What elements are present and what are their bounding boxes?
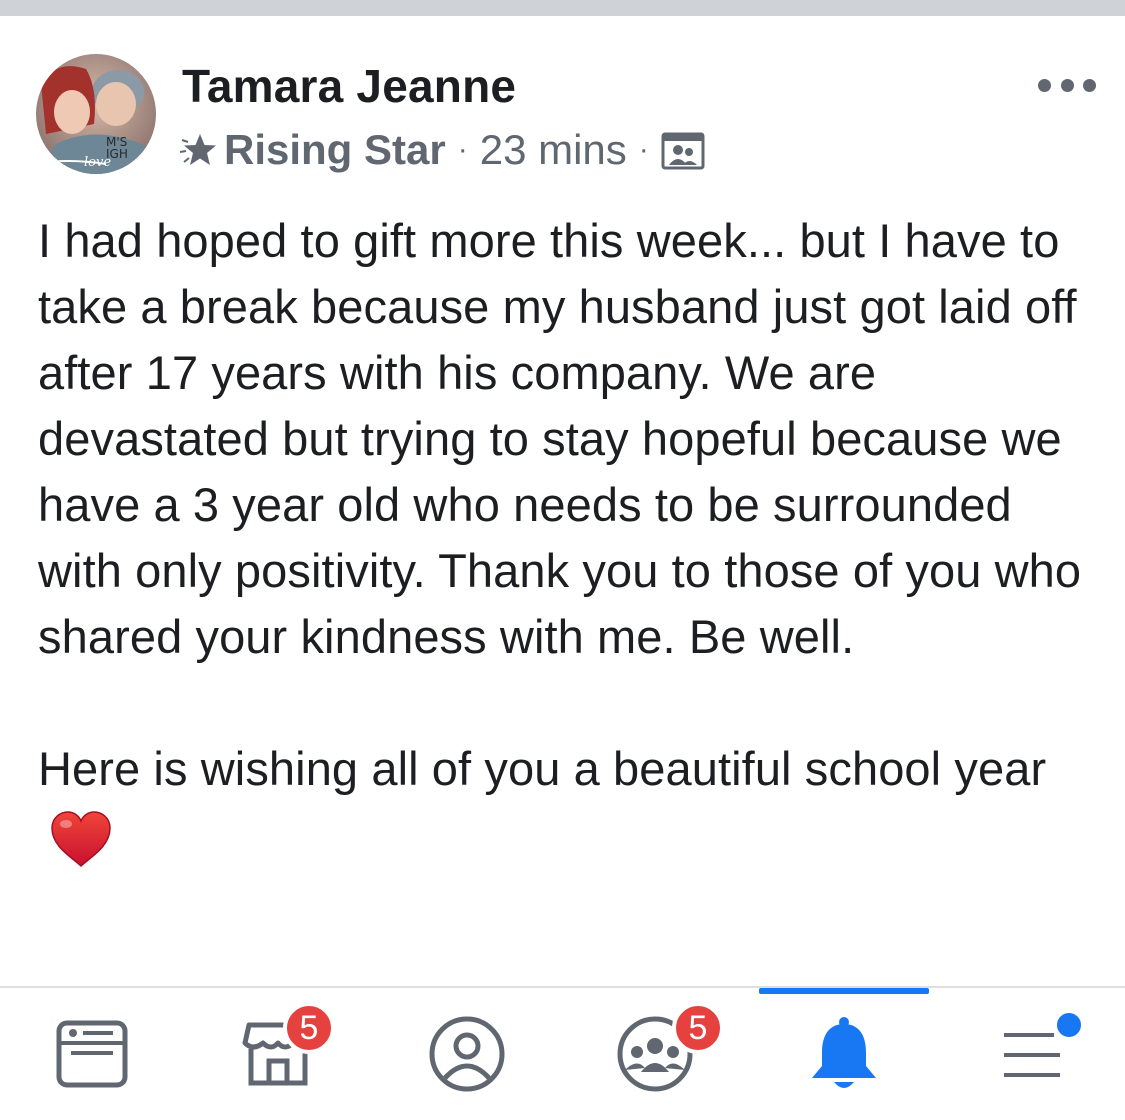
bell-icon [812,1017,876,1088]
more-dot [1060,78,1074,92]
star-icon [180,134,216,165]
post-paragraph: Here is wishing all of you a beautiful s… [38,736,1098,868]
author-avatar[interactable]: M'S IGH love [36,54,156,174]
tab-menu[interactable] [957,988,1107,1120]
post-text: I had hoped to gift more this week... bu… [38,208,1098,868]
marketplace-badge: 5 [283,1002,335,1054]
more-dot [1038,78,1051,92]
separator-dot: · [457,133,468,166]
news-feed-icon [56,1020,128,1088]
profile-icon [429,1016,505,1092]
red-heart-icon [51,810,111,867]
post-paragraph-text: Here is wishing all of you a beautiful s… [38,742,1047,795]
post-meta: Rising Star · 23 mins · [180,122,705,178]
author-name[interactable]: Tamara Jeanne [182,59,516,113]
more-options-button[interactable] [1038,70,1096,100]
top-strip [0,0,1125,16]
avatar-photo: M'S IGH love [36,54,156,174]
avatar-text: love [84,155,111,170]
tab-news-feed[interactable] [17,988,167,1120]
post-paragraph: I had hoped to gift more this week... bu… [38,214,1082,663]
groups-badge: 5 [672,1002,724,1054]
rising-star-badge[interactable]: Rising Star [180,126,446,174]
bottom-tab-bar: 5 5 [0,988,1125,1120]
more-dot [1083,78,1096,92]
tab-groups[interactable]: 5 [580,988,730,1120]
menu-notification-dot [1054,1010,1084,1040]
tab-notifications[interactable] [769,988,919,1120]
group-audience-icon [661,132,705,170]
tab-marketplace[interactable]: 5 [203,988,353,1120]
separator-dot: · [638,133,649,166]
badge-label: Rising Star [224,126,446,173]
post-time[interactable]: 23 mins [480,126,627,174]
tab-profile[interactable] [392,988,542,1120]
post-card: M'S IGH love Tamara Jeanne Rising Star ·… [0,16,1125,986]
